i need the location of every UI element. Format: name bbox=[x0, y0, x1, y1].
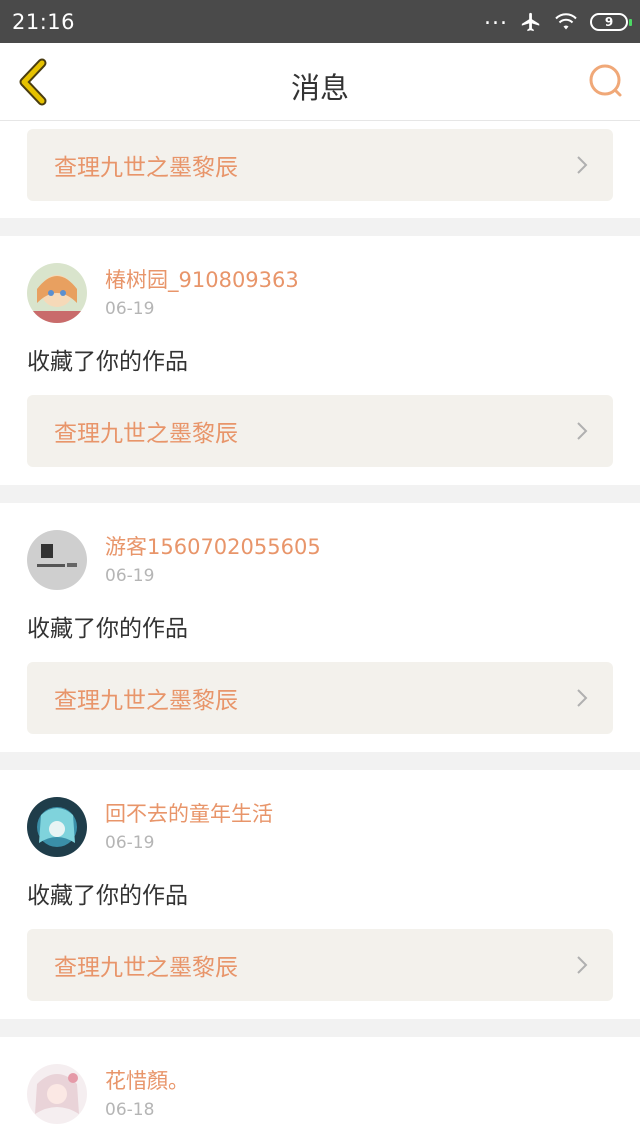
action-text: 收藏了你的作品 bbox=[27, 349, 188, 375]
message-date: 06-18 bbox=[105, 1100, 155, 1120]
airplane-icon bbox=[521, 12, 540, 31]
nav-bar: 消息 bbox=[0, 43, 640, 121]
avatar[interactable] bbox=[27, 263, 87, 323]
user-meta: 游客1560702055605 06-19 bbox=[105, 530, 321, 589]
chevron-right-icon bbox=[577, 689, 588, 707]
search-button[interactable] bbox=[586, 61, 626, 101]
username[interactable]: 花惜顏。 bbox=[105, 1067, 189, 1095]
chevron-right-icon bbox=[577, 956, 588, 974]
work-title: 查理九世之墨黎辰 bbox=[54, 955, 238, 981]
status-icons: ... 9 bbox=[484, 6, 632, 33]
message-card: 回不去的童年生活 06-19 收藏了你的作品 查理九世之墨黎辰 bbox=[0, 770, 640, 1019]
avatar[interactable] bbox=[27, 1064, 87, 1124]
user-row: 花惜顏。 06-18 bbox=[27, 1064, 613, 1124]
user-meta: 回不去的童年生活 06-19 bbox=[105, 797, 273, 856]
message-card: 查理九世之墨黎辰 bbox=[0, 121, 640, 218]
status-bar: 21:16 ... 9 bbox=[0, 0, 640, 43]
username[interactable]: 游客1560702055605 bbox=[105, 533, 321, 561]
battery-level: 9 bbox=[604, 14, 614, 29]
action-text: 收藏了你的作品 bbox=[27, 616, 188, 642]
message-date: 06-19 bbox=[105, 566, 155, 586]
message-card: 花惜顏。 06-18 bbox=[0, 1037, 640, 1138]
user-row: 回不去的童年生活 06-19 bbox=[27, 797, 613, 857]
user-row: 椿树园_910809363 06-19 bbox=[27, 263, 613, 323]
message-date: 06-19 bbox=[105, 299, 155, 319]
message-card: 游客1560702055605 06-19 收藏了你的作品 查理九世之墨黎辰 bbox=[0, 503, 640, 752]
chevron-right-icon bbox=[577, 422, 588, 440]
action-text: 收藏了你的作品 bbox=[27, 883, 188, 909]
battery-icon: 9 bbox=[590, 12, 632, 31]
work-reference[interactable]: 查理九世之墨黎辰 bbox=[27, 395, 613, 467]
chevron-right-icon bbox=[577, 156, 588, 174]
work-reference[interactable]: 查理九世之墨黎辰 bbox=[27, 929, 613, 1001]
user-meta: 椿树园_910809363 06-19 bbox=[105, 263, 299, 322]
work-title: 查理九世之墨黎辰 bbox=[54, 688, 238, 714]
work-title: 查理九世之墨黎辰 bbox=[54, 155, 238, 181]
search-icon bbox=[589, 64, 622, 97]
avatar[interactable] bbox=[27, 797, 87, 857]
page-title: 消息 bbox=[290, 71, 349, 105]
user-meta: 花惜顏。 06-18 bbox=[105, 1064, 189, 1123]
work-reference[interactable]: 查理九世之墨黎辰 bbox=[27, 662, 613, 734]
username[interactable]: 回不去的童年生活 bbox=[105, 800, 273, 828]
username[interactable]: 椿树园_910809363 bbox=[105, 266, 299, 294]
work-title: 查理九世之墨黎辰 bbox=[54, 421, 238, 447]
work-reference[interactable]: 查理九世之墨黎辰 bbox=[27, 129, 613, 201]
user-row: 游客1560702055605 06-19 bbox=[27, 530, 613, 590]
avatar[interactable] bbox=[27, 530, 87, 590]
message-feed[interactable]: 查理九世之墨黎辰 椿树园_910809363 06-19 收藏了你的作品 查理九… bbox=[0, 121, 640, 1138]
message-card: 椿树园_910809363 06-19 收藏了你的作品 查理九世之墨黎辰 bbox=[0, 236, 640, 485]
wifi-icon bbox=[555, 12, 577, 29]
status-time: 21:16 bbox=[12, 9, 76, 34]
more-dots-icon: ... bbox=[484, 4, 508, 30]
message-date: 06-19 bbox=[105, 833, 155, 853]
